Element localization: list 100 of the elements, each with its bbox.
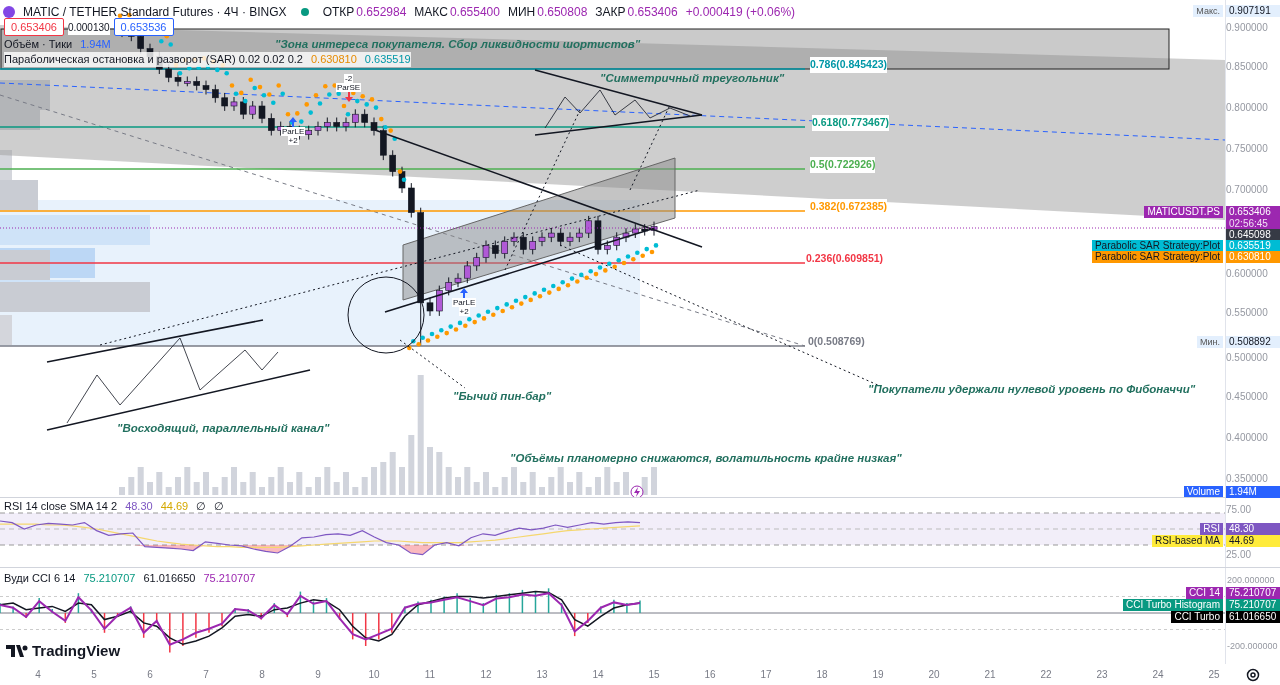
time-label: 23: [1096, 668, 1108, 682]
signal-label: ParSE: [336, 83, 362, 92]
price-tick: 0.900000: [1226, 21, 1268, 35]
signal-label: ParLE: [281, 127, 306, 136]
fib-level-label: 0.618(0.773467): [812, 115, 890, 131]
series-label: MATICUSDT.PS: [1144, 206, 1223, 218]
value-badge: 75.210707: [1226, 587, 1280, 599]
time-label: 22: [1040, 668, 1052, 682]
legend-title[interactable]: RSI 14 close SMA 14 2: [4, 499, 118, 514]
series-label: CCI Turbo Histogram: [1123, 599, 1223, 611]
time-label: 12: [480, 668, 492, 682]
fib-level-label: 0.236(0.609851): [806, 251, 884, 267]
scale-tick: -200.000000: [1227, 640, 1278, 653]
ohlc-label: ОТКР: [322, 4, 355, 21]
time-label: 4: [35, 668, 41, 682]
price-badge: 1.94M: [1226, 486, 1280, 498]
price-badge: 0.635519: [1226, 240, 1280, 252]
value-badge: 48.30: [1226, 523, 1280, 535]
fib-level-label: 0.382(0.672385): [810, 199, 888, 215]
signal-value: +2: [287, 136, 299, 145]
value-badge: 75.210707: [1226, 599, 1280, 611]
annotation-text: "Симметричный треугольник": [600, 71, 785, 86]
series-label: CCI Turbo: [1171, 611, 1223, 623]
time-label: 6: [147, 668, 153, 682]
legend-value: 75.210707: [83, 571, 136, 586]
legend-title[interactable]: Объём · Тики: [4, 37, 73, 52]
ohlc-value: 0.655400: [449, 4, 500, 21]
sell-price-button[interactable]: 0.653406: [4, 18, 64, 36]
ohlc-value: 0.650808: [537, 4, 588, 21]
series-label: Parabolic SAR Strategy:Plot: [1091, 240, 1223, 252]
fib-level-label: 0.5(0.722926): [810, 157, 876, 173]
extreme-value: 0.907191: [1226, 5, 1280, 17]
time-label: 10: [368, 668, 380, 682]
time-label: 15: [648, 668, 660, 682]
time-label: 21: [984, 668, 996, 682]
value-badge: 44.69: [1226, 535, 1280, 547]
legend-title[interactable]: Вуди CCI 6 14: [4, 571, 76, 586]
legend-value: 0.635519: [364, 52, 411, 67]
value-badge: 61.016650: [1226, 611, 1280, 623]
price-tick: 0.600000: [1226, 267, 1268, 281]
annotation-text: "Покупатели удержали нулевой уровень по Фибоначчи": [868, 382, 1196, 397]
time-label: 7: [203, 668, 209, 682]
time-label: 25: [1208, 668, 1220, 682]
price-badge: 0.630810: [1226, 251, 1280, 263]
series-label: Parabolic SAR Strategy:Plot: [1091, 251, 1223, 263]
annotation-text: "Зона интереса покупателя. Сбор ликвидности шортистов": [275, 37, 641, 52]
fib-level-label: 0.786(0.845423): [810, 57, 888, 73]
signal-value: -2: [344, 74, 354, 83]
legend-value: 75.210707: [203, 571, 256, 586]
price-tick: 0.850000: [1226, 60, 1268, 74]
price-badge: 0.645098: [1226, 229, 1280, 241]
scale-tick: 25.00: [1226, 548, 1252, 562]
annotation-text: "Бычий пин-бар": [453, 389, 552, 404]
price-tick: 0.550000: [1226, 306, 1268, 320]
scale-tick: 75.00: [1226, 503, 1252, 517]
series-label: RSI: [1200, 523, 1223, 535]
price-tick: 0.800000: [1226, 101, 1268, 115]
time-label: 9: [315, 668, 321, 682]
ohlc-value: 0.653406: [627, 4, 678, 21]
time-label: 17: [760, 668, 772, 682]
annotation-text: "Объёмы планомерно снижаются, волатильность крайне низкая": [510, 451, 902, 466]
time-label: 20: [928, 668, 940, 682]
annotation-text: "Восходящий, параллельный канал": [117, 421, 330, 436]
price-change: +0.000419 (+0.06%): [685, 4, 796, 21]
series-label: CCI 14: [1185, 587, 1223, 599]
legend-value: 0.630810: [310, 52, 357, 67]
time-label: 19: [872, 668, 884, 682]
price-tick: 0.400000: [1226, 431, 1268, 445]
time-label: 5: [91, 668, 97, 682]
legend-value: ∅: [214, 499, 225, 514]
price-tick: 0.500000: [1226, 351, 1268, 365]
time-label: 18: [816, 668, 828, 682]
time-label: 14: [592, 668, 604, 682]
price-tick: 0.700000: [1226, 183, 1268, 197]
price-tick: 0.350000: [1226, 472, 1268, 486]
extreme-label: Макс.: [1193, 5, 1223, 17]
price-badge: 0.653406 02:56:45: [1226, 206, 1280, 230]
symbol-title[interactable]: MATIC / TETHER Standard Futures · 4Ч · BINGX: [23, 3, 287, 21]
time-label: 13: [536, 668, 548, 682]
time-label: 16: [704, 668, 716, 682]
ohlc-value: 0.652984: [356, 4, 407, 21]
fib-level-label: 0(0.508769): [808, 334, 865, 350]
ohlc-label: МИН: [507, 4, 536, 21]
legend-value: 61.016650: [143, 571, 196, 586]
extreme-value: 0.508892: [1226, 336, 1280, 348]
legend-value: 48.30: [125, 499, 153, 514]
time-label: 8: [259, 668, 265, 682]
buy-price-button[interactable]: 0.653536: [113, 18, 174, 36]
signal-label: ParLE: [452, 298, 477, 307]
signal-value: +2: [458, 307, 470, 316]
legend-title[interactable]: Параболическая остановка и разворот (SAR) 0.02 0.02 0.2: [4, 52, 303, 67]
ohlc-label: ЗАКР: [595, 4, 626, 21]
series-label: RSI-based MA: [1151, 535, 1223, 547]
legend-value: ∅: [196, 499, 207, 514]
series-label: Volume: [1183, 486, 1223, 497]
legend-value: 44.69: [160, 499, 189, 514]
scale-tick: 200.000000: [1227, 574, 1275, 587]
time-label: 11: [424, 668, 436, 682]
price-tick: 0.750000: [1226, 142, 1268, 156]
logo-text: TradingView: [32, 641, 121, 661]
